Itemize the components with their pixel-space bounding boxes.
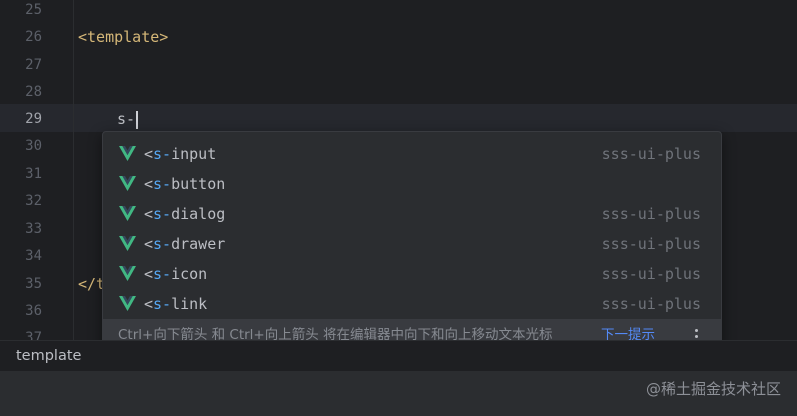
completion-popup[interactable]: <s-input sss-ui-plus <s-button <s-dialog… [102, 131, 722, 353]
vue-icon [119, 266, 136, 281]
code-line-typing[interactable]: s- [117, 105, 139, 133]
completion-item[interactable]: <s-link sss-ui-plus [103, 289, 721, 319]
completion-item-source: sss-ui-plus [601, 205, 701, 223]
status-area: @稀土掘金技术社区 [0, 371, 797, 416]
code-line-template-open[interactable]: <template> [78, 23, 168, 51]
line-number: 34 [25, 248, 42, 264]
gutter-divider [73, 0, 74, 340]
text-caret [136, 110, 139, 129]
vue-icon [119, 176, 136, 191]
completion-item-source: sss-ui-plus [601, 145, 701, 163]
line-number: 37 [25, 330, 42, 340]
completion-item-label: <s-icon [144, 265, 208, 283]
breadcrumb-bar: template [0, 340, 797, 371]
vue-icon [119, 236, 136, 251]
completion-item[interactable]: <s-dialog sss-ui-plus [103, 199, 721, 229]
completion-item-source: sss-ui-plus [601, 235, 701, 253]
completion-item-label: <s-link [144, 295, 208, 313]
line-number: 33 [25, 221, 42, 237]
line-number: 36 [25, 303, 42, 319]
completion-item-label: <s-dialog [144, 205, 226, 223]
line-number: 35 [25, 276, 42, 292]
line-number: 25 [25, 2, 42, 18]
completion-item[interactable]: <s-button [103, 169, 721, 199]
line-number: 30 [25, 138, 42, 154]
completion-item-source: sss-ui-plus [601, 265, 701, 283]
vue-icon [119, 146, 136, 161]
line-number: 31 [25, 166, 42, 182]
vue-icon [119, 206, 136, 221]
watermark: @稀土掘金技术社区 [645, 380, 781, 398]
vue-icon [119, 296, 136, 311]
typed-text: s- [117, 110, 136, 128]
line-number: 26 [25, 29, 42, 45]
completion-item[interactable]: <s-icon sss-ui-plus [103, 259, 721, 289]
line-number-active: 29 [25, 111, 42, 127]
line-number: 28 [25, 84, 42, 100]
completion-item-label: <s-drawer [144, 235, 226, 253]
completion-item-source: sss-ui-plus [601, 295, 701, 313]
breadcrumb[interactable]: template [16, 341, 81, 371]
line-number: 32 [25, 193, 42, 209]
completion-item[interactable]: <s-drawer sss-ui-plus [103, 229, 721, 259]
completion-item-label: <s-input [144, 145, 217, 163]
completion-item[interactable]: <s-input sss-ui-plus [103, 139, 721, 169]
line-number: 27 [25, 57, 42, 73]
completion-item-label: <s-button [144, 175, 226, 193]
